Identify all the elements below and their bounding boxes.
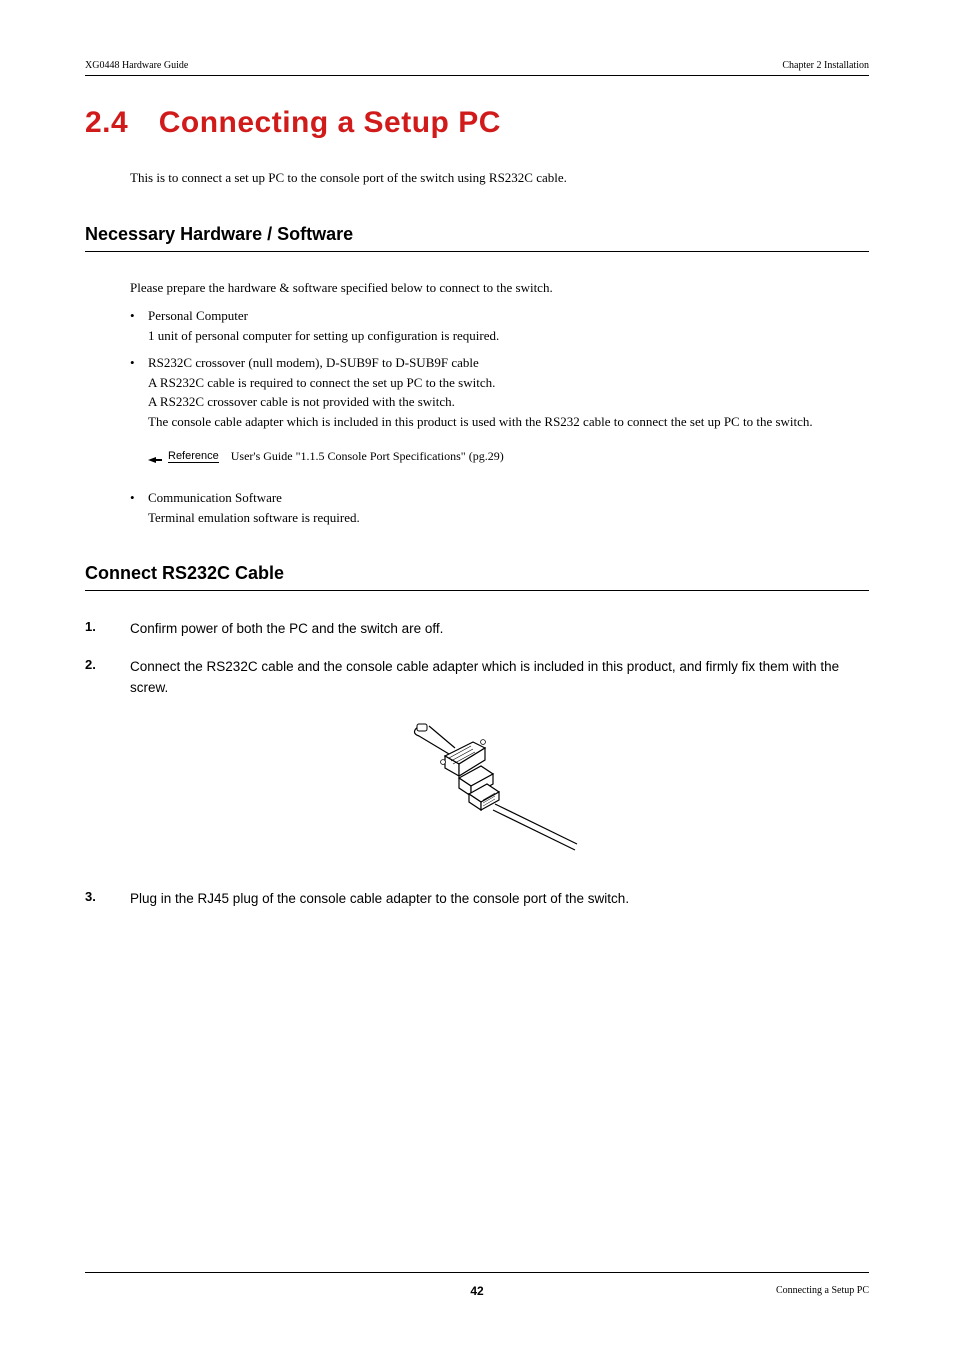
step-text: Connect the RS232C cable and the console… — [130, 657, 869, 698]
section2-heading: Connect RS232C Cable — [85, 563, 869, 591]
step-text: Confirm power of both the PC and the swi… — [130, 619, 443, 639]
section1-heading: Necessary Hardware / Software — [85, 224, 869, 252]
footer-right: Connecting a Setup PC — [776, 1285, 869, 1296]
bullet-icon: • — [130, 353, 135, 373]
step-text: Plug in the RJ45 plug of the console cab… — [130, 889, 629, 909]
reference-pointer-icon — [148, 453, 162, 461]
step-number: 3. — [85, 889, 130, 909]
step-item: 2. Connect the RS232C cable and the cons… — [85, 657, 869, 698]
header-left: XG0448 Hardware Guide — [85, 60, 188, 71]
bullet-icon: • — [130, 488, 135, 508]
bullet-body: 1 unit of personal computer for setting … — [148, 328, 499, 343]
step-item: 3. Plug in the RJ45 plug of the console … — [85, 889, 869, 909]
reference-text: User's Guide "1.1.5 Console Port Specifi… — [231, 449, 504, 464]
step-number: 1. — [85, 619, 130, 639]
bullet-body: Terminal emulation software is required. — [148, 510, 360, 525]
cable-adapter-figure — [85, 716, 869, 861]
bullet-title: Communication Software — [148, 490, 282, 505]
intro-paragraph: This is to connect a set up PC to the co… — [130, 170, 869, 186]
bullet-title: RS232C crossover (null modem), D-SUB9F t… — [148, 355, 479, 370]
bullet-body: A RS232C cable is required to connect th… — [148, 375, 813, 429]
step-list-continued: 3. Plug in the RJ45 plug of the console … — [85, 889, 869, 909]
main-heading: 2.4 Connecting a Setup PC — [85, 106, 869, 140]
page-footer: 42 Connecting a Setup PC — [85, 1272, 869, 1296]
list-item: • Communication Software Terminal emulat… — [130, 488, 869, 527]
page-number: 42 — [470, 1284, 483, 1298]
step-item: 1. Confirm power of both the PC and the … — [85, 619, 869, 639]
step-list: 1. Confirm power of both the PC and the … — [85, 619, 869, 698]
section1-bullets: • Personal Computer 1 unit of personal c… — [130, 306, 869, 431]
section1-bullets-2: • Communication Software Terminal emulat… — [130, 488, 869, 527]
step-number: 2. — [85, 657, 130, 698]
bullet-icon: • — [130, 306, 135, 326]
reference-label: Reference — [168, 450, 219, 463]
header-right: Chapter 2 Installation — [782, 60, 869, 71]
list-item: • RS232C crossover (null modem), D-SUB9F… — [130, 353, 869, 431]
bullet-title: Personal Computer — [148, 308, 248, 323]
list-item: • Personal Computer 1 unit of personal c… — [130, 306, 869, 345]
reference-row: Reference User's Guide "1.1.5 Console Po… — [148, 449, 869, 464]
page-header: XG0448 Hardware Guide Chapter 2 Installa… — [85, 60, 869, 76]
section1-intro: Please prepare the hardware & software s… — [130, 280, 869, 296]
